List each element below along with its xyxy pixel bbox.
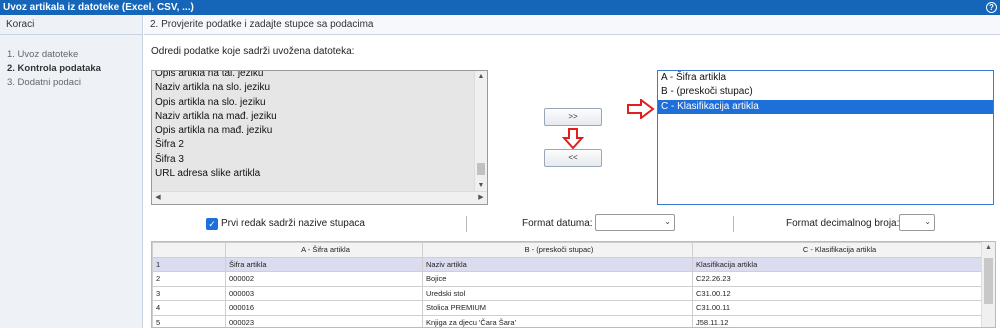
scroll-up-icon[interactable]: ▲: [475, 71, 487, 83]
step-check-data[interactable]: 2. Kontrola podataka: [0, 62, 142, 76]
list-item[interactable]: Opis artikla na mađ. jeziku: [152, 124, 474, 138]
row-number: 3: [152, 285, 226, 301]
right-arrow-icon: [627, 99, 655, 119]
step-upload-file[interactable]: 1. Uvoz datoteke: [0, 48, 142, 62]
selected-columns-list[interactable]: A - Šifra artikla B - (preskoči stupac) …: [657, 70, 994, 205]
table-row: 2 000002 Bojice C22.26.23: [152, 271, 984, 287]
list-item[interactable]: Naziv artikla na mađ. jeziku: [152, 110, 474, 124]
table-cell: J58.11.12: [692, 314, 984, 327]
window-titlebar: Uvoz artikala iz datoteke (Excel, CSV, .…: [0, 0, 1000, 15]
table-cell: 000002: [225, 271, 423, 287]
date-format-select[interactable]: ⌄: [595, 214, 675, 231]
available-columns-list[interactable]: Opis artikla na tal. jeziku Naziv artikl…: [151, 70, 488, 205]
column-header: [152, 242, 226, 258]
scroll-thumb[interactable]: [477, 163, 485, 175]
divider: [466, 216, 467, 232]
steps-sidebar: Koraci 1. Uvoz datoteke 2. Kontrola poda…: [0, 15, 143, 328]
scroll-right-icon[interactable]: ▶: [475, 192, 487, 204]
instruction-text: Odredi podatke koje sadrži uvožena datot…: [151, 46, 355, 57]
scroll-up-icon[interactable]: ▲: [982, 242, 995, 254]
options-bar: ✓ Prvi redak sadrži nazive stupaca Forma…: [144, 214, 1000, 234]
list-horizontal-scrollbar[interactable]: ◀ ▶: [152, 191, 487, 204]
sidebar-title: Koraci: [0, 15, 142, 35]
list-item[interactable]: Opis artikla na slo. jeziku: [152, 96, 474, 110]
chevron-down-icon: ⌄: [664, 217, 671, 226]
table-row: 4 000016 Stolica PREMIUM C31.00.11: [152, 300, 984, 316]
table-cell: C31.00.12: [692, 285, 984, 301]
table-cell: Stolica PREMIUM: [422, 300, 693, 316]
list-item[interactable]: A - Šifra artikla: [658, 71, 993, 85]
decimal-format-select[interactable]: ⌄: [899, 214, 935, 231]
row-number: 5: [152, 314, 226, 327]
row-number: 1: [152, 256, 226, 272]
row-number: 4: [152, 300, 226, 316]
list-item[interactable]: Opis artikla na tal. jeziku: [152, 71, 474, 81]
table-cell: 000003: [225, 285, 423, 301]
list-item[interactable]: URL adresa slike artikla: [152, 167, 474, 181]
list-item[interactable]: Naziv artikla na slo. jeziku: [152, 81, 474, 95]
column-header[interactable]: A - Šifra artikla: [225, 242, 423, 258]
table-row: 1 Šifra artikla Naziv artikla Klasifikac…: [152, 256, 984, 272]
step-additional-data[interactable]: 3. Dodatni podaci: [0, 76, 142, 90]
table-row: 3 000003 Uredski stol C31.00.12: [152, 285, 984, 301]
scroll-left-icon[interactable]: ◀: [152, 192, 164, 204]
date-format-label: Format datuma:: [522, 218, 593, 229]
list-item[interactable]: Šifra 3: [152, 153, 474, 167]
table-cell: Bojice: [422, 271, 693, 287]
table-cell: Uredski stol: [422, 285, 693, 301]
table-cell: Klasifikacija artikla: [692, 256, 984, 272]
list-vertical-scrollbar[interactable]: ▲ ▼: [474, 71, 487, 192]
table-cell: 000023: [225, 314, 423, 327]
main-panel: 2. Provjerite podatke i zadajte stupce s…: [144, 15, 1000, 328]
divider: [733, 216, 734, 232]
table-cell: Knjiga za djecu 'Čara Šara': [422, 314, 693, 327]
first-row-header-label: Prvi redak sadrži nazive stupaca: [221, 218, 365, 229]
list-item[interactable]: Šifra 2: [152, 138, 474, 152]
table-cell: C22.26.23: [692, 271, 984, 287]
table-vertical-scrollbar[interactable]: ▲: [981, 242, 995, 327]
decimal-format-label: Format decimalnog broja:: [786, 218, 900, 229]
page-title: 2. Provjerite podatke i zadajte stupce s…: [144, 15, 1000, 35]
list-item[interactable]: B - (preskoči stupac): [658, 85, 993, 99]
table-cell: Naziv artikla: [422, 256, 693, 272]
table-row: 5 000023 Knjiga za djecu 'Čara Šara' J58…: [152, 314, 984, 327]
down-arrow-icon: [562, 128, 584, 150]
column-header[interactable]: C - Klasifikacija artikla: [692, 242, 984, 258]
remove-column-button[interactable]: <<: [544, 149, 602, 167]
chevron-down-icon: ⌄: [924, 217, 931, 226]
first-row-header-checkbox[interactable]: ✓: [206, 218, 218, 230]
add-column-button[interactable]: >>: [544, 108, 602, 126]
scroll-thumb[interactable]: [984, 258, 993, 304]
table-cell: C31.00.11: [692, 300, 984, 316]
list-item-selected[interactable]: C - Klasifikacija artikla: [658, 99, 993, 114]
column-header[interactable]: B - (preskoči stupac): [422, 242, 693, 258]
table-cell: Šifra artikla: [225, 256, 423, 272]
row-number: 2: [152, 271, 226, 287]
table-cell: 000016: [225, 300, 423, 316]
window-title: Uvoz artikala iz datoteke (Excel, CSV, .…: [3, 2, 194, 13]
help-icon[interactable]: ?: [986, 2, 997, 13]
steps-list: 1. Uvoz datoteke 2. Kontrola podataka 3.…: [0, 35, 142, 90]
preview-table: A - Šifra artikla B - (preskoči stupac) …: [151, 241, 996, 328]
